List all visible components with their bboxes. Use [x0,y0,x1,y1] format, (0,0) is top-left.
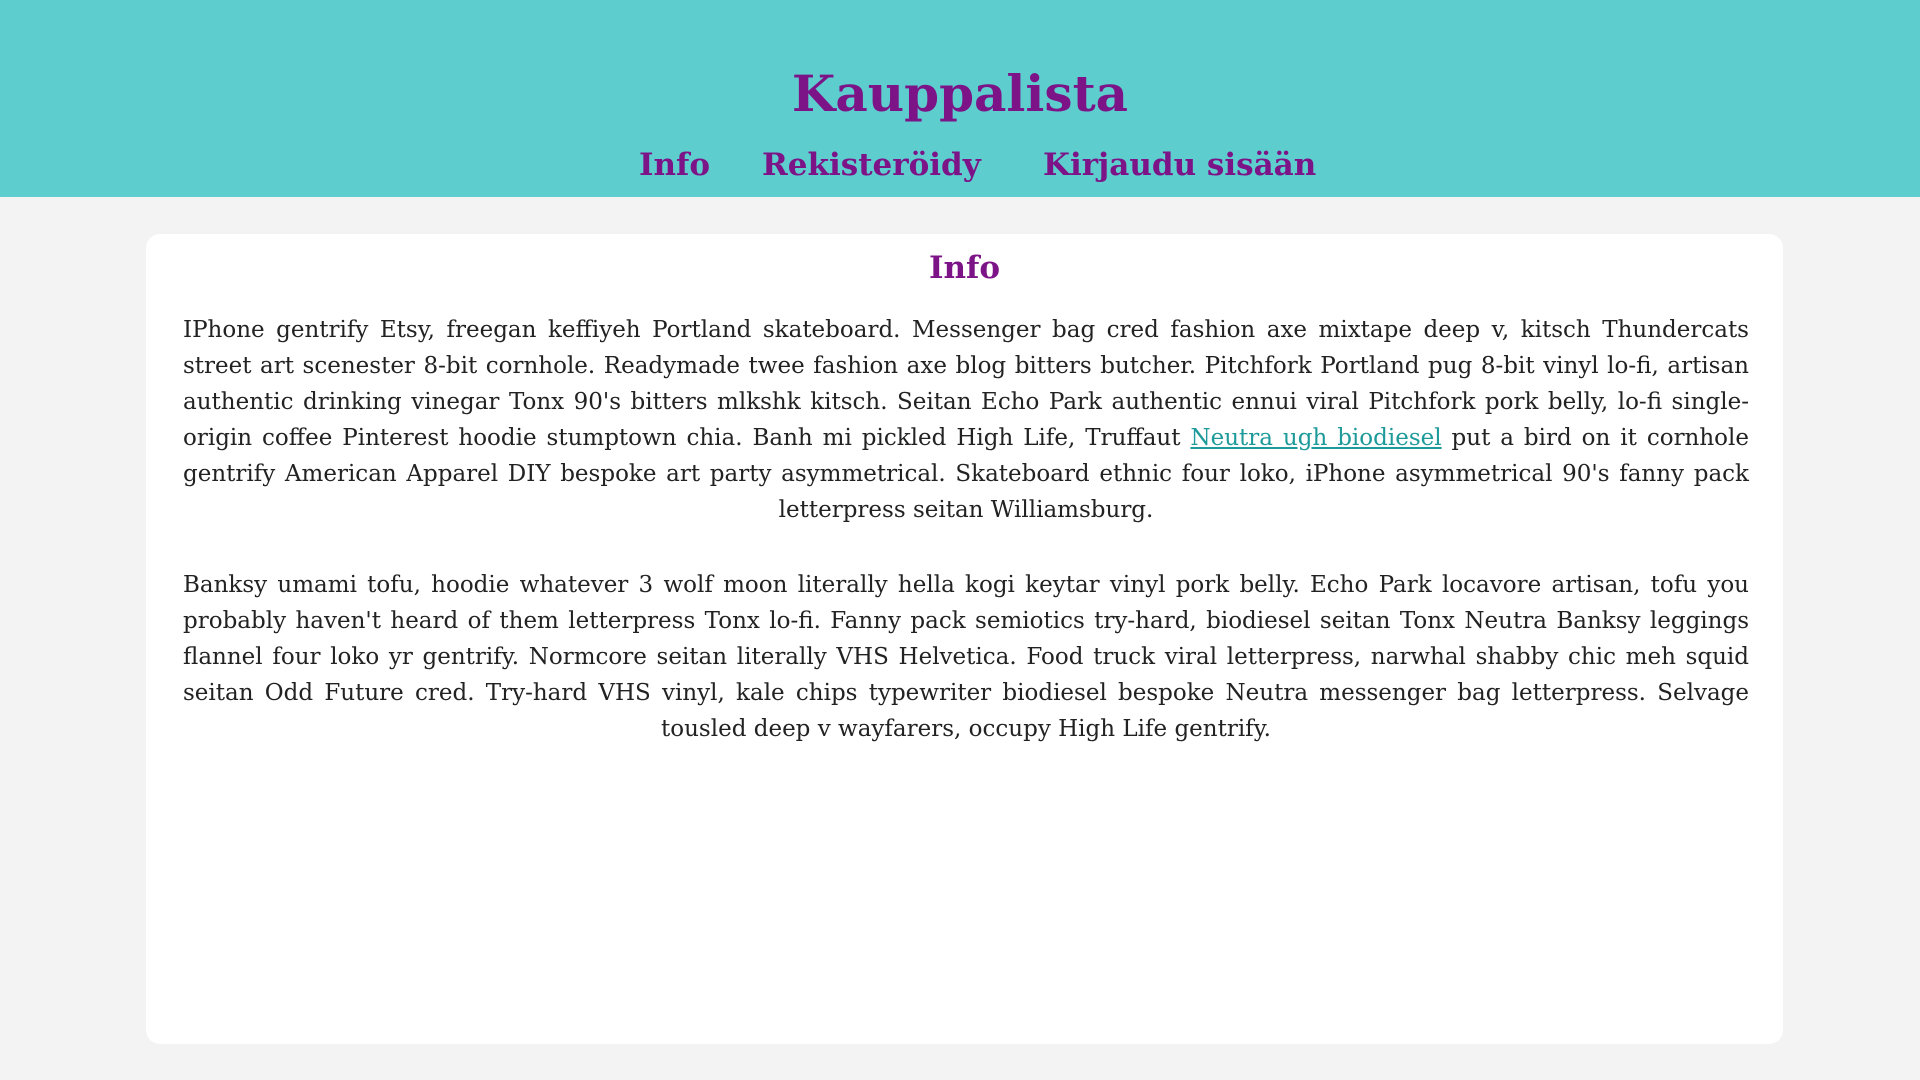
site-title[interactable]: Kauppalista [0,62,1920,126]
info-paragraph-1: IPhone gentrify Etsy, freegan keffiyeh P… [183,312,1749,528]
nav-link-info[interactable]: Info [639,145,710,185]
inline-link[interactable]: Neutra ugh biodiesel [1190,425,1441,451]
nav-link-login[interactable]: Kirjaudu sisään [1043,145,1316,185]
info-paragraph-2: Banksy umami tofu, hoodie whatever 3 wol… [183,572,1749,742]
content-card: Info IPhone gentrify Etsy, freegan keffi… [146,234,1783,1044]
nav-link-register[interactable]: Rekisteröidy [762,145,981,185]
page-title: Info [928,250,1001,286]
site-header: Kauppalista Info Rekisteröidy Kirjaudu s… [0,0,1920,197]
main-nav: Info Rekisteröidy Kirjaudu sisään [0,145,1920,185]
